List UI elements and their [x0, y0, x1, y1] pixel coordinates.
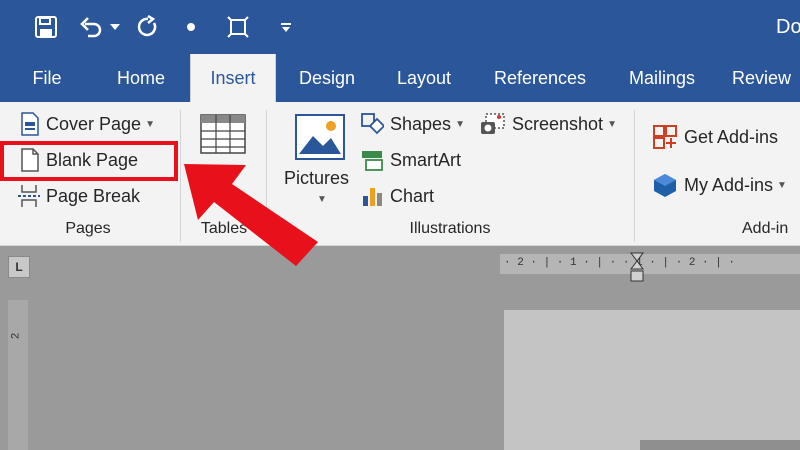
tab-home[interactable]: Home: [106, 54, 176, 102]
group-label-tables: Tables: [200, 220, 248, 237]
select-icon[interactable]: [224, 12, 252, 42]
chevron-down-icon: ▼: [317, 194, 327, 205]
ruler-marks: · 2 · | · 1 · | · · 1 · | · 2 · | ·: [504, 257, 736, 269]
indent-marker-icon[interactable]: [630, 252, 644, 284]
redo-icon[interactable]: [134, 12, 162, 42]
page-break-icon: [18, 185, 40, 207]
pictures-button[interactable]: [292, 112, 348, 162]
tab-mailings[interactable]: Mailings: [618, 54, 706, 102]
my-addins-label: My Add-ins: [684, 174, 774, 195]
cover-page-icon: [21, 112, 39, 136]
page-break-label: Page Break: [46, 185, 141, 206]
horizontal-ruler[interactable]: · 2 · | · 1 · | · · 1 · | · 2 · | ·: [500, 252, 800, 282]
vertical-ruler[interactable]: 2: [8, 300, 28, 450]
get-addins-button[interactable]: Get Add-ins: [652, 124, 778, 150]
table-icon: [200, 114, 246, 154]
table-button[interactable]: [200, 114, 246, 154]
tab-file[interactable]: File: [18, 54, 76, 102]
screenshot-label: Screenshot: [512, 113, 604, 134]
page-gap: [640, 440, 800, 450]
group-separator: [266, 110, 267, 242]
undo-icon[interactable]: [78, 12, 104, 42]
chevron-down-icon: ▼: [777, 179, 787, 191]
shapes-button[interactable]: Shapes ▼: [360, 112, 465, 136]
tab-layout[interactable]: Layout: [386, 54, 462, 102]
group-label-illustrations: Illustrations: [409, 220, 491, 237]
shapes-icon: [361, 113, 384, 135]
chevron-down-icon: ▼: [607, 118, 617, 130]
title-bar: Do: [0, 0, 800, 54]
tab-references[interactable]: References: [488, 54, 592, 102]
chart-label: Chart: [390, 185, 435, 206]
smartart-button[interactable]: SmartArt: [360, 148, 461, 172]
smartart-label: SmartArt: [390, 149, 462, 170]
chart-icon: [363, 188, 382, 206]
addins-cube-icon: [654, 174, 676, 197]
pictures-dropdown[interactable]: ▼: [313, 194, 327, 205]
ruler-mark: 2: [10, 332, 23, 340]
chevron-down-icon: ▼: [455, 118, 465, 130]
customize-icon[interactable]: [278, 12, 294, 42]
smartart-icon: [362, 151, 383, 171]
ribbon-tabs: File Home Insert Design Layout Reference…: [0, 54, 800, 102]
tab-insert[interactable]: Insert: [190, 54, 276, 102]
group-label-addins: Add-in: [742, 220, 789, 237]
save-icon[interactable]: [32, 12, 60, 42]
document-page[interactable]: [504, 310, 800, 450]
picture-icon: [295, 114, 345, 160]
pictures-label: Pictures: [284, 168, 350, 188]
tab-design[interactable]: Design: [290, 54, 364, 102]
screenshot-icon: [481, 113, 505, 134]
undo-dropdown-icon[interactable]: [108, 12, 122, 42]
store-icon: [653, 125, 677, 149]
group-separator: [180, 110, 181, 242]
pictures-label-button[interactable]: Pictures: [284, 168, 349, 189]
my-addins-button[interactable]: My Add-ins ▼: [652, 172, 787, 198]
touch-mode-icon[interactable]: [184, 12, 198, 42]
group-label-pages: Pages: [65, 220, 111, 237]
cover-page-button[interactable]: Cover Page ▼: [20, 112, 155, 136]
document-title: Do: [776, 16, 800, 38]
tab-selector[interactable]: L: [8, 256, 30, 278]
chart-button[interactable]: Chart: [360, 184, 434, 208]
cover-page-label: Cover Page: [46, 113, 142, 134]
get-addins-label: Get Add-ins: [684, 126, 779, 147]
screenshot-button[interactable]: Screenshot ▼: [480, 112, 617, 136]
page-break-button[interactable]: Page Break: [18, 184, 140, 208]
chevron-down-icon: ▼: [145, 118, 155, 130]
shapes-label: Shapes: [390, 113, 452, 134]
highlight-box: [0, 141, 178, 181]
tab-review[interactable]: Review: [732, 54, 800, 102]
group-separator: [634, 110, 635, 242]
